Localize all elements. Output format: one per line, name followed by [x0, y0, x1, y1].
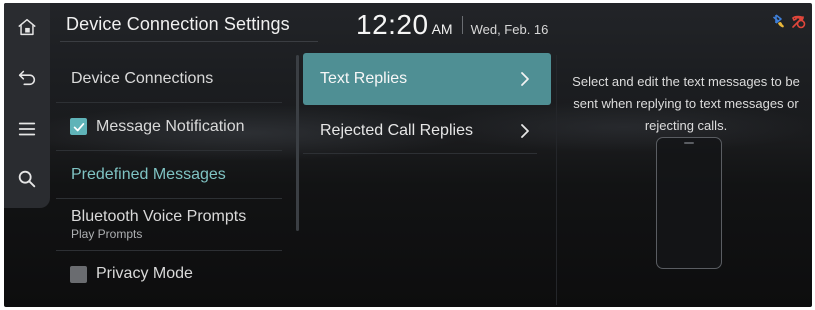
clock-date: Wed, Feb. 16 [470, 22, 549, 37]
menu-item-device-connections[interactable]: Device Connections [56, 55, 282, 103]
menu-item-sublabel: Play Prompts [71, 227, 143, 241]
menu-item-label: Device Connections [71, 69, 214, 87]
status-icons [771, 13, 806, 34]
back-icon [16, 66, 38, 93]
menu-item-predefined-messages[interactable]: Predefined Messages [56, 151, 282, 199]
clock[interactable]: 12:20 AM Wed, Feb. 16 [356, 9, 548, 41]
chevron-right-icon [521, 72, 529, 86]
privacy-mode-checkbox[interactable] [70, 265, 87, 283]
menu-item-bluetooth-voice-prompts[interactable]: Bluetooth Voice Prompts Play Prompts [56, 199, 282, 251]
checkmark-icon [73, 122, 84, 131]
menu-button[interactable] [4, 111, 50, 151]
clock-ampm: AM [431, 21, 453, 37]
menu-item-label: Bluetooth Voice Prompts [71, 208, 247, 225]
page-title: Device Connection Settings [66, 14, 290, 34]
menu-icon [16, 118, 38, 145]
home-icon [16, 16, 38, 43]
menu-item-label: Message Notification [96, 117, 245, 135]
chevron-right-icon [521, 124, 529, 138]
search-button[interactable] [4, 161, 50, 201]
back-button[interactable] [4, 59, 50, 99]
phone-illustration [656, 137, 722, 269]
list-item-rejected-call-replies[interactable]: Rejected Call Replies [303, 105, 551, 157]
clock-time: 12:20 [356, 9, 429, 40]
bluetooth-phone-icon [771, 13, 787, 34]
home-button[interactable] [4, 9, 50, 49]
panel-divider [556, 55, 557, 305]
list-item-label: Rejected Call Replies [320, 122, 473, 139]
menu-item-message-notification[interactable]: Message Notification [56, 103, 282, 151]
list-divider [303, 153, 537, 154]
menu-item-privacy-mode[interactable]: Privacy Mode [56, 251, 282, 297]
clock-separator [461, 16, 463, 34]
phone-disconnected-icon [790, 13, 806, 34]
menu-item-label: Predefined Messages [71, 165, 226, 183]
list-item-text-replies[interactable]: Text Replies [303, 53, 551, 105]
title-divider [60, 41, 318, 42]
screen: Device Connection Settings 12:20 AM Wed,… [4, 3, 812, 307]
menu-item-label: Privacy Mode [96, 265, 193, 282]
list-item-label: Text Replies [320, 70, 408, 87]
description-text: Select and edit the text messages to be … [572, 74, 800, 133]
left-rail [4, 3, 50, 208]
phone-notch [684, 142, 694, 144]
message-notification-checkbox[interactable] [70, 118, 87, 135]
search-icon [16, 168, 38, 195]
menu-scrollbar[interactable] [296, 55, 299, 231]
